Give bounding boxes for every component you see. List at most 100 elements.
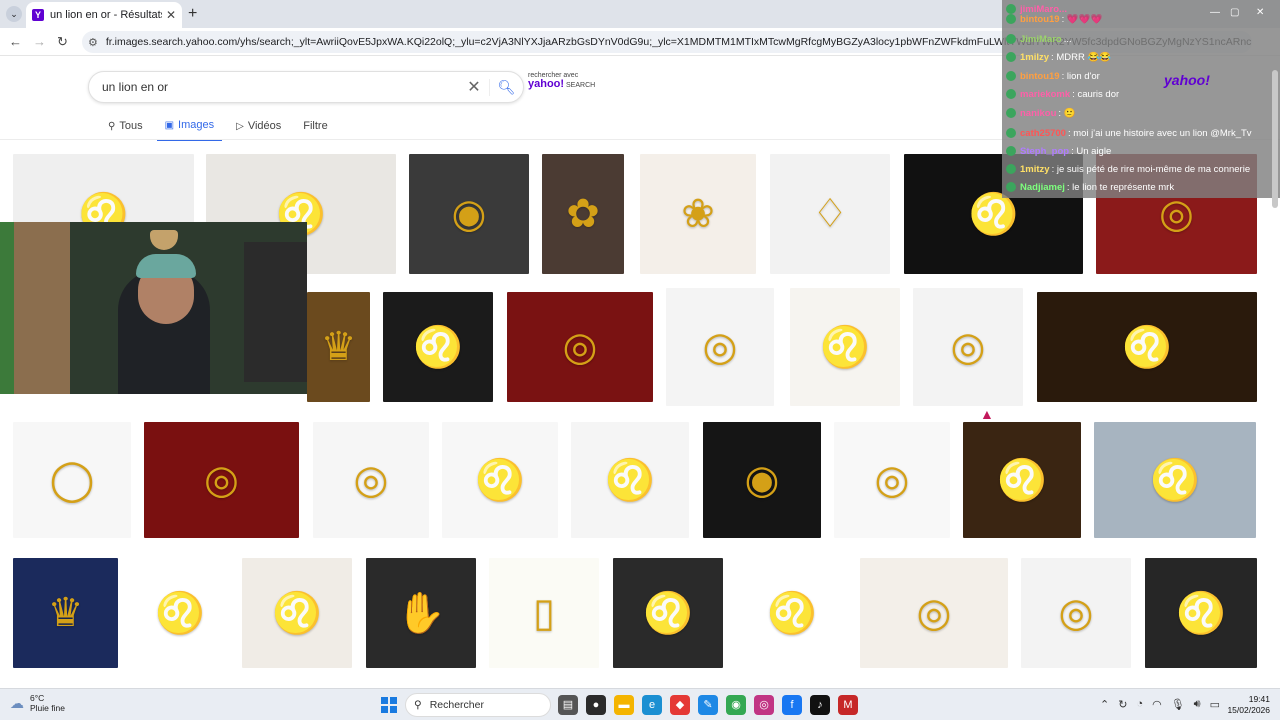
- badge-icon: [1006, 34, 1016, 44]
- search-input[interactable]: un lion en or: [102, 80, 459, 94]
- chat-text: : lion d'or: [1061, 70, 1100, 82]
- image-icon: ▣: [164, 119, 175, 131]
- image-result[interactable]: ♌: [131, 558, 229, 668]
- gold-lion-icon: ▯: [532, 591, 556, 635]
- windows-start-icon[interactable]: [381, 697, 397, 713]
- image-result[interactable]: ♌: [613, 558, 723, 668]
- tab-filtre[interactable]: Filtre: [295, 115, 335, 141]
- chat-text: : 💗💗💗: [1061, 13, 1103, 25]
- badge-icon: [1006, 89, 1016, 99]
- image-result[interactable]: ♌: [963, 422, 1081, 538]
- rain-cloud-icon: ☁: [10, 694, 24, 711]
- image-result[interactable]: ❀: [640, 154, 756, 274]
- tab-search-icon[interactable]: ⌄: [6, 6, 22, 22]
- task-view-icon[interactable]: ▤: [558, 695, 578, 715]
- badge-icon: [1006, 71, 1016, 81]
- image-result[interactable]: ✿: [542, 154, 624, 274]
- wifi-icon[interactable]: ◠: [1152, 698, 1162, 711]
- image-result[interactable]: ♌: [442, 422, 558, 538]
- search-icon: ⚲: [108, 120, 116, 132]
- volume-icon[interactable]: 🔊︎: [1194, 698, 1201, 711]
- microphone-icon[interactable]: 🎙︎: [1171, 698, 1185, 711]
- app-red-icon[interactable]: ◆: [670, 695, 690, 715]
- image-result[interactable]: ◎: [860, 558, 1008, 668]
- image-result[interactable]: ♌: [737, 558, 847, 668]
- image-result[interactable]: ◎: [666, 288, 774, 406]
- image-result[interactable]: ♌: [1094, 422, 1256, 538]
- reload-icon[interactable]: ↻: [57, 34, 68, 50]
- close-icon[interactable]: ✕: [166, 8, 176, 22]
- tab-videos[interactable]: ▷ Vidéos: [228, 115, 289, 141]
- clear-icon[interactable]: ✕: [459, 77, 489, 97]
- gold-lion-icon: ◉: [451, 192, 487, 236]
- image-result[interactable]: ♌: [383, 292, 493, 402]
- image-result[interactable]: ♌: [242, 558, 352, 668]
- image-result[interactable]: ✋: [366, 558, 476, 668]
- image-result[interactable]: ♌: [1145, 558, 1257, 668]
- tiktok-icon[interactable]: ♪: [810, 695, 830, 715]
- edge-icon[interactable]: e: [642, 695, 662, 715]
- gold-lion-icon: ♌: [643, 591, 693, 636]
- sync-icon[interactable]: ↻: [1118, 698, 1127, 711]
- chevron-up-icon[interactable]: ⌃: [1100, 698, 1109, 711]
- chat-username: 1mitzy: [1020, 163, 1050, 175]
- network-icon[interactable]: ◔: [1136, 698, 1143, 711]
- taskbar-apps: ▤ ● ▬ e ◆ ✎ ◉ ◎ f ♪ M: [558, 695, 858, 715]
- battery-icon[interactable]: ▭: [1210, 698, 1220, 711]
- tab-tous[interactable]: ⚲ Tous: [100, 115, 151, 141]
- gold-lion-icon: ♌: [997, 458, 1047, 503]
- image-result[interactable]: ♛: [13, 558, 118, 668]
- gold-lion-icon: ♌: [820, 325, 870, 370]
- scrollbar[interactable]: [1272, 70, 1278, 208]
- chat-text: : cauris dor: [1072, 88, 1120, 100]
- image-result[interactable]: ◎: [834, 422, 950, 538]
- image-result[interactable]: ◎: [913, 288, 1023, 406]
- site-info-icon[interactable]: ⚙: [88, 36, 98, 49]
- image-result[interactable]: ◎: [144, 422, 299, 538]
- forward-icon[interactable]: →: [33, 34, 46, 49]
- search-icon[interactable]: 🔍︎: [489, 78, 523, 96]
- gold-lion-icon: ◎: [702, 325, 738, 369]
- close-window-icon[interactable]: ✕: [1256, 7, 1264, 18]
- gold-lion-icon: ◎: [1058, 591, 1094, 635]
- badge-icon: [1006, 14, 1016, 24]
- image-result[interactable]: ♌: [790, 288, 900, 406]
- gold-lion-icon: ♌: [1122, 325, 1172, 370]
- search-icon: ⚲: [414, 699, 422, 711]
- obs-icon[interactable]: ●: [586, 695, 606, 715]
- maximize-icon[interactable]: ▢: [1230, 7, 1239, 18]
- image-result[interactable]: ◎: [507, 292, 653, 402]
- weather-widget[interactable]: ☁ 6°C Pluie fine: [10, 693, 65, 713]
- taskbar-search[interactable]: ⚲ Rechercher: [405, 693, 551, 717]
- browser-tab[interactable]: Y un lion en or - Résultats Yahoo ✕: [26, 2, 182, 28]
- image-result[interactable]: ♛: [307, 292, 370, 402]
- image-result[interactable]: ◎: [1021, 558, 1131, 668]
- chat-message: Steph_pop: Un aigle: [1006, 142, 1111, 160]
- yahoo-favicon: Y: [32, 9, 44, 21]
- image-result[interactable]: ♌: [1037, 292, 1257, 402]
- instagram-icon[interactable]: ◎: [754, 695, 774, 715]
- back-icon[interactable]: ←: [9, 34, 22, 49]
- search-box[interactable]: un lion en or ✕ 🔍︎: [88, 71, 524, 103]
- image-result[interactable]: ◉: [409, 154, 529, 274]
- facebook-icon[interactable]: f: [782, 695, 802, 715]
- file-explorer-icon[interactable]: ▬: [614, 695, 634, 715]
- image-result[interactable]: ♢: [770, 154, 890, 274]
- mcafee-icon[interactable]: M: [838, 695, 858, 715]
- image-result[interactable]: ♌: [571, 422, 689, 538]
- tab-images[interactable]: ▣ Images: [156, 115, 223, 141]
- chrome-icon[interactable]: ◉: [726, 695, 746, 715]
- chat-message: nanikou: 🙂: [1006, 104, 1076, 122]
- image-result[interactable]: ◯: [13, 422, 131, 538]
- app-blue-icon[interactable]: ✎: [698, 695, 718, 715]
- system-clock[interactable]: 19:41 15/02/2026: [1226, 694, 1270, 716]
- image-result[interactable]: ▯: [489, 558, 599, 668]
- minimize-icon[interactable]: —: [1210, 7, 1220, 18]
- chat-username: Nadjiamej: [1020, 181, 1065, 193]
- image-result[interactable]: ◉: [703, 422, 821, 538]
- gold-lion-icon: ◉: [744, 458, 780, 502]
- image-result[interactable]: ◎: [313, 422, 429, 538]
- new-tab-button[interactable]: +: [188, 5, 197, 23]
- gold-lion-icon: ♌: [1176, 591, 1226, 636]
- chat-text: : le lion te représente mrk: [1066, 181, 1175, 193]
